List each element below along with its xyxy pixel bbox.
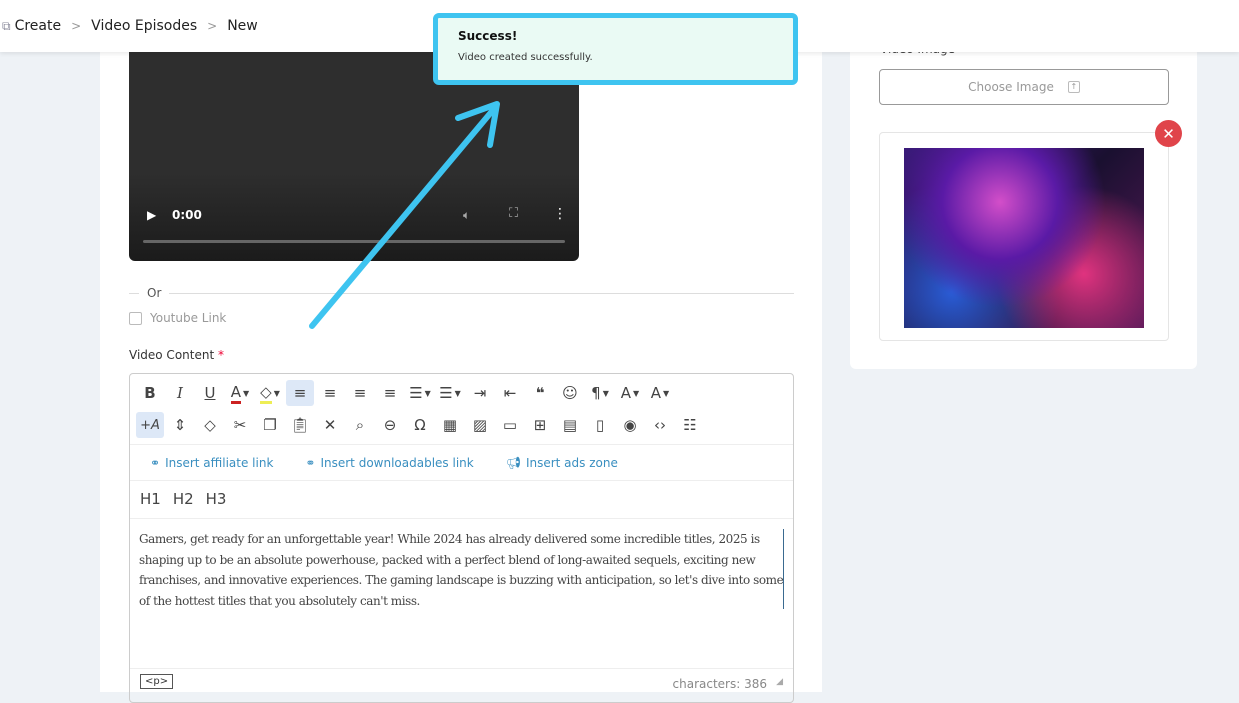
eraser-icon[interactable]: ◇ xyxy=(196,412,224,438)
highlight-color-icon[interactable]: ◇ ▼ xyxy=(256,380,284,406)
insert-affiliate-link-button[interactable]: ⚭ Insert affiliate link xyxy=(150,456,273,470)
required-mark: * xyxy=(218,348,224,362)
text-caret xyxy=(783,529,784,609)
copy-icon[interactable]: ❐ xyxy=(256,412,284,438)
special-char-icon[interactable]: Ω xyxy=(406,412,434,438)
indent-icon[interactable]: ⇥ xyxy=(466,380,494,406)
h2-button[interactable]: H2 xyxy=(173,490,194,508)
more-options-icon[interactable]: ⋮ xyxy=(553,206,567,222)
outdent-icon[interactable]: ⇤ xyxy=(496,380,524,406)
insert-downloadables-link-button[interactable]: ⚭ Insert downloadables link xyxy=(305,456,473,470)
video-content-label-text: Video Content xyxy=(129,348,215,362)
or-divider: Or xyxy=(129,286,794,300)
link-icon: ⚭ xyxy=(305,455,316,470)
insert-links-bar: ⚭ Insert affiliate link ⚭ Insert downloada… xyxy=(130,444,793,481)
heading-buttons: H1 H2 H3 xyxy=(140,490,226,508)
blockquote-icon[interactable]: ❝ xyxy=(526,380,554,406)
insert-ads-zone-button[interactable]: 📢︎ Insert ads zone xyxy=(506,456,618,470)
insert-file-icon[interactable]: ⊞ xyxy=(526,412,554,438)
image-icon[interactable]: ▨ xyxy=(466,412,494,438)
volume-icon[interactable]: 🔈︎ xyxy=(463,208,470,223)
breadcrumb-icon: ⧉ xyxy=(2,18,11,33)
toolbar-row-2: +A ⇕ ◇ ✂ ❐ 📋︎ ✕ ⌕ ⊖ Ω ▦ ▨ ▭ ⊞ ▤ ▯ ◉ ‹› ☷ xyxy=(136,412,704,438)
editor-content-area[interactable]: Gamers, get ready for an unforgettable y… xyxy=(130,518,793,668)
align-center-icon[interactable]: ≡ xyxy=(316,380,344,406)
choose-image-label: Choose Image xyxy=(968,80,1054,94)
toast-message: Video created successfully. xyxy=(458,52,593,63)
video-image-thumbnail xyxy=(904,148,1144,328)
breadcrumb-new: New xyxy=(227,18,258,34)
editor-status-bar: <p> characters: 386 ◢ xyxy=(130,668,793,698)
line-height-icon[interactable]: ⇕ xyxy=(166,412,194,438)
success-toast[interactable]: Success! Video created successfully. xyxy=(433,13,798,85)
search-icon[interactable]: ⌕ xyxy=(346,412,374,438)
toast-title: Success! xyxy=(458,29,518,43)
youtube-link-label: Youtube Link xyxy=(150,311,227,325)
megaphone-icon: 📢︎ xyxy=(505,455,521,470)
embed-icon[interactable]: ▯ xyxy=(586,412,614,438)
video-time: 0:00 xyxy=(172,208,202,222)
image-preview-box xyxy=(879,132,1169,341)
youtube-link-checkbox[interactable] xyxy=(129,311,142,325)
choose-image-button[interactable]: Choose Image ↑ xyxy=(879,69,1169,105)
play-icon[interactable]: ▶ xyxy=(147,208,156,222)
format-text-icon[interactable]: +A xyxy=(136,412,164,438)
show-blocks-icon[interactable]: ☷ xyxy=(676,412,704,438)
template-icon[interactable]: ▤ xyxy=(556,412,584,438)
breadcrumb-create[interactable]: Create xyxy=(15,18,62,34)
chevron-right-icon: > xyxy=(71,19,82,33)
breadcrumb-video-episodes[interactable]: Video Episodes xyxy=(91,18,197,34)
content-paragraph[interactable]: Gamers, get ready for an unforgettable y… xyxy=(139,529,784,611)
paste-icon[interactable]: 📋︎ xyxy=(286,412,314,438)
character-count: characters: 386 xyxy=(672,677,767,691)
resize-handle-icon[interactable]: ◢ xyxy=(776,677,783,687)
align-right-icon[interactable]: ≡ xyxy=(346,380,374,406)
font-color-icon[interactable]: A ▼ xyxy=(226,380,254,406)
chevron-right-icon: > xyxy=(207,19,218,33)
ordered-list-icon[interactable]: ☰ ▼ xyxy=(406,380,434,406)
link-icon: ⚭ xyxy=(150,455,161,470)
font-family-icon[interactable]: A ▼ xyxy=(646,380,674,406)
youtube-link-option[interactable]: Youtube Link xyxy=(129,311,226,325)
video-icon[interactable]: ▭ xyxy=(496,412,524,438)
h1-button[interactable]: H1 xyxy=(140,490,161,508)
link-icon[interactable]: ⊖ xyxy=(376,412,404,438)
bold-icon[interactable]: B xyxy=(136,380,164,406)
fullscreen-icon[interactable]: ⛶ xyxy=(509,206,518,221)
paragraph-icon[interactable]: ¶ ▼ xyxy=(586,380,614,406)
video-content-label: Video Content * xyxy=(129,348,224,362)
font-size-icon[interactable]: A ▼ xyxy=(616,380,644,406)
underline-icon[interactable]: U xyxy=(196,380,224,406)
h3-button[interactable]: H3 xyxy=(206,490,227,508)
table-icon[interactable]: ▦ xyxy=(436,412,464,438)
code-view-icon[interactable]: ‹› xyxy=(646,412,674,438)
cut-icon[interactable]: ✂ xyxy=(226,412,254,438)
upload-icon: ↑ xyxy=(1067,81,1080,93)
align-justify-icon[interactable]: ≡ xyxy=(376,380,404,406)
element-path-tag[interactable]: <p> xyxy=(140,674,174,689)
or-label: Or xyxy=(147,286,162,300)
align-left-icon[interactable]: ≡ xyxy=(286,380,314,406)
rich-text-editor: B I U A ▼ ◇ ▼ ≡ ≡ ≡ ≡ ☰ ▼ ☰ ▼ ⇥ ⇤ ❝ ☺ ¶ ▼ A ▼ … xyxy=(129,373,794,703)
remove-image-button[interactable]: ✕ xyxy=(1155,120,1182,147)
italic-icon[interactable]: I xyxy=(166,380,194,406)
preview-icon[interactable]: ◉ xyxy=(616,412,644,438)
close-icon: ✕ xyxy=(1162,124,1175,143)
toolbar-row-1: B I U A ▼ ◇ ▼ ≡ ≡ ≡ ≡ ☰ ▼ ☰ ▼ ⇥ ⇤ ❝ ☺ ¶ ▼ A ▼ … xyxy=(136,380,674,406)
remove-format-icon[interactable]: ✕ xyxy=(316,412,344,438)
unordered-list-icon[interactable]: ☰ ▼ xyxy=(436,380,464,406)
video-progress-bar[interactable] xyxy=(143,240,565,243)
emoji-icon[interactable]: ☺ xyxy=(556,380,584,406)
